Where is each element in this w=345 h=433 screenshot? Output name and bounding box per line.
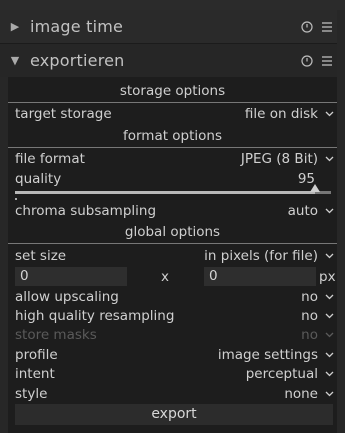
- allow-upscaling-combobox[interactable]: allow upscaling no: [8, 287, 337, 307]
- reset-icon[interactable]: [299, 19, 315, 35]
- intent-combobox[interactable]: intent perceptual: [8, 364, 337, 384]
- set-size-value[interactable]: in pixels (for file): [204, 248, 322, 264]
- store-masks-combobox: store masks no: [8, 325, 337, 345]
- profile-label: profile: [15, 347, 58, 363]
- darktable-right-panel: ▶ image time ▼ exportieren storage optio…: [0, 0, 345, 433]
- module-title: exportieren: [30, 51, 125, 70]
- chevron-down-icon[interactable]: [322, 253, 336, 259]
- presets-menu-icon[interactable]: [317, 19, 337, 35]
- set-size-label: set size: [15, 248, 67, 264]
- chevron-down-icon[interactable]: [322, 313, 336, 319]
- chevron-down-icon[interactable]: [322, 391, 336, 397]
- export-module-body: storage options target storage file on d…: [8, 77, 337, 433]
- quality-slider-fill: [15, 191, 316, 194]
- section-global-options: global options: [8, 222, 337, 244]
- chevron-down-icon[interactable]: [322, 208, 336, 214]
- module-header-image-time[interactable]: ▶ image time: [0, 10, 345, 44]
- target-storage-combobox[interactable]: target storage file on disk: [8, 104, 337, 124]
- max-width-input[interactable]: 0: [15, 267, 127, 286]
- chevron-down-icon[interactable]: [322, 156, 336, 162]
- allow-upscaling-value[interactable]: no: [301, 289, 322, 305]
- presets-menu-icon[interactable]: [317, 53, 337, 69]
- size-unit-label: px: [319, 269, 336, 285]
- quality-label: quality: [15, 171, 62, 187]
- module-header-export[interactable]: ▼ exportieren: [0, 44, 345, 78]
- profile-combobox[interactable]: profile image settings: [8, 345, 337, 365]
- chroma-subsampling-combobox[interactable]: chroma subsampling auto: [8, 201, 337, 221]
- file-format-combobox[interactable]: file format JPEG (8 Bit): [8, 149, 337, 169]
- chevron-down-icon[interactable]: [322, 294, 336, 300]
- max-height-input[interactable]: 0: [204, 267, 316, 286]
- export-button[interactable]: export: [15, 404, 333, 425]
- quality-slider-row[interactable]: quality 95: [8, 169, 337, 189]
- chevron-down-icon[interactable]: [322, 371, 336, 377]
- hq-resampling-combobox[interactable]: high quality resampling no: [8, 306, 337, 326]
- section-format-options: format options: [8, 126, 337, 148]
- profile-value[interactable]: image settings: [218, 347, 322, 363]
- slider-soft-range-marker: [15, 198, 17, 200]
- store-masks-value: no: [301, 327, 318, 343]
- intent-value[interactable]: perceptual: [246, 366, 322, 382]
- style-combobox[interactable]: style none: [8, 384, 337, 404]
- quality-slider-handle[interactable]: [310, 184, 321, 192]
- set-size-combobox[interactable]: set size in pixels (for file): [8, 246, 337, 266]
- reset-icon[interactable]: [299, 53, 315, 69]
- chroma-subsampling-label: chroma subsampling: [15, 203, 157, 219]
- style-label: style: [15, 386, 48, 402]
- hq-resampling-label: high quality resampling: [15, 308, 175, 324]
- file-format-value[interactable]: JPEG (8 Bit): [241, 151, 322, 167]
- module-title: image time: [30, 17, 124, 36]
- file-format-label: file format: [15, 151, 85, 167]
- intent-label: intent: [15, 366, 55, 382]
- chevron-down-icon[interactable]: [322, 111, 336, 117]
- style-value[interactable]: none: [284, 386, 322, 402]
- chevron-down-icon: [322, 332, 336, 338]
- panel-left-margin: [0, 77, 8, 433]
- chevron-down-icon[interactable]: [322, 352, 336, 358]
- hq-resampling-value[interactable]: no: [301, 308, 322, 324]
- size-separator: x: [161, 269, 169, 285]
- panel-right-margin: [337, 10, 345, 433]
- quality-slider-track[interactable]: [15, 191, 331, 194]
- store-masks-label: store masks: [15, 327, 97, 343]
- allow-upscaling-label: allow upscaling: [15, 289, 119, 305]
- expand-arrow-icon[interactable]: ▶: [0, 20, 30, 33]
- target-storage-label: target storage: [15, 106, 112, 122]
- chroma-subsampling-value[interactable]: auto: [288, 203, 322, 219]
- collapse-arrow-icon[interactable]: ▼: [0, 54, 30, 67]
- section-storage-options: storage options: [8, 81, 337, 103]
- target-storage-value[interactable]: file on disk: [245, 106, 322, 122]
